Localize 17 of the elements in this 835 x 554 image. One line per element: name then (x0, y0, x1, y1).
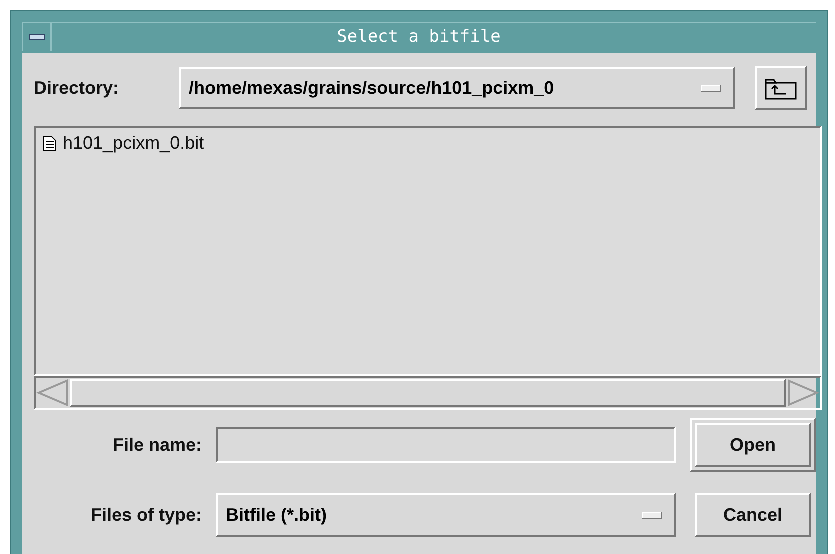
window-title: Select a bitfile (336, 26, 502, 49)
window-menu-button[interactable] (22, 23, 52, 51)
directory-label: Directory: (34, 78, 120, 98)
file-type-dropdown[interactable]: Bitfile (*.bit) (216, 493, 676, 537)
document-icon (43, 136, 57, 152)
scrollbar-thumb[interactable] (70, 379, 786, 407)
directory-dropdown[interactable]: /home/mexas/grains/source/h101_pcixm_0 (179, 67, 735, 109)
cancel-button[interactable]: Cancel (695, 493, 811, 537)
dropdown-indicator-icon (642, 512, 662, 518)
parent-folder-button[interactable] (755, 66, 807, 110)
file-item[interactable]: h101_pcixm_0.bit (40, 132, 208, 155)
file-type-label: Files of type: (90, 504, 203, 526)
file-name-field[interactable] (216, 427, 676, 463)
open-button[interactable]: Open (695, 423, 811, 467)
horizontal-scrollbar[interactable] (34, 376, 822, 410)
file-name-label: File name: (112, 434, 203, 456)
dropdown-indicator-icon (701, 84, 721, 92)
